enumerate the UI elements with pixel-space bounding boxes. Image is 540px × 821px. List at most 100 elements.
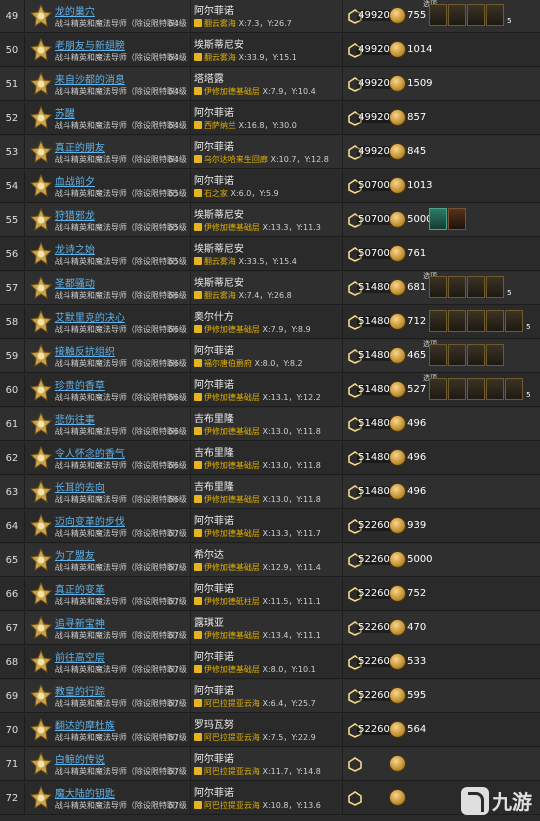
location-name[interactable]: 阿巴拉提亚云海 bbox=[204, 733, 260, 742]
quest-name-link[interactable]: 血战前夕 bbox=[55, 173, 95, 188]
quest-name-link[interactable]: 艾默里克的决心 bbox=[55, 309, 125, 324]
reward-item-icon[interactable] bbox=[467, 276, 486, 298]
npc-name: 阿尔菲诺 bbox=[193, 788, 234, 799]
quest-name-link[interactable]: 令人怀念的香气 bbox=[55, 445, 125, 460]
quest-name-link[interactable]: 珍贵的香草 bbox=[55, 377, 105, 392]
table-row: 51 来自沙都的消息 战斗精英和魔法导师（除设限特职） 54级 塔塔露 伊修加德… bbox=[0, 68, 540, 101]
reward-item-icon[interactable] bbox=[486, 378, 505, 400]
table-row: 63 长耳的去向 战斗精英和魔法导师（除设限特职） 56级 吉布里隆 伊修加德基… bbox=[0, 476, 540, 509]
location-name[interactable]: 伊修加德基础层 bbox=[204, 563, 260, 572]
quest-table: 49 龙的巢穴 战斗精英和魔法导师（除设限特职） 54级 阿尔菲诺 翻云雾海 X… bbox=[0, 0, 540, 821]
reward-item-icon[interactable] bbox=[429, 208, 448, 230]
reward-item-icon[interactable] bbox=[467, 344, 486, 366]
quest-number: 51 bbox=[0, 68, 25, 100]
reward-item-icon[interactable] bbox=[429, 4, 448, 26]
reward-item-icon[interactable] bbox=[429, 344, 448, 366]
reward-item-icon[interactable] bbox=[486, 310, 505, 332]
reward-item-icon[interactable] bbox=[448, 4, 467, 26]
quest-name-link[interactable]: 圣都骚动 bbox=[55, 275, 95, 290]
reward-item-icon[interactable] bbox=[467, 310, 486, 332]
reward-item-icon[interactable] bbox=[467, 4, 486, 26]
quest-name-link[interactable]: 接触反抗组织 bbox=[55, 343, 115, 358]
reward-item-icon[interactable] bbox=[429, 276, 448, 298]
location-name[interactable]: 福尔唐伯爵府 bbox=[204, 359, 252, 368]
quest-name-link[interactable]: 为了盟友 bbox=[55, 547, 95, 562]
location-name[interactable]: 伊修加德基础层 bbox=[204, 461, 260, 470]
npc-location: 翻云雾海 X:33.5，Y:15.4 bbox=[193, 256, 297, 267]
quest-name-link[interactable]: 真正的朋友 bbox=[55, 139, 105, 154]
quest-name-link[interactable]: 来自沙都的消息 bbox=[55, 71, 125, 86]
quest-name-link[interactable]: 狩猎邪龙 bbox=[55, 207, 95, 222]
location-name[interactable]: 乌尔达哈来生回廊 bbox=[204, 155, 268, 164]
table-row: 68 前往高空层 战斗精英和魔法导师（除设限特职） 57级 阿尔菲诺 伊修加德基… bbox=[0, 646, 540, 679]
location-name[interactable]: 阿巴拉提亚云海 bbox=[204, 801, 260, 810]
reward-item-icon[interactable] bbox=[486, 4, 505, 26]
map-pin-icon bbox=[193, 87, 202, 95]
location-name[interactable]: 石之家 bbox=[204, 189, 228, 198]
location-name[interactable]: 翻云雾海 bbox=[204, 257, 236, 266]
watermark: 九游 bbox=[461, 786, 532, 815]
npc-location: 伊修加德基础层 X:7.9，Y:8.9 bbox=[193, 324, 311, 335]
reward-item-icon[interactable] bbox=[448, 208, 467, 230]
quest-name-link[interactable]: 龙的巢穴 bbox=[55, 3, 95, 18]
reward-item-icon[interactable] bbox=[486, 344, 505, 366]
quest-name-link[interactable]: 悲伤往事 bbox=[55, 411, 95, 426]
quest-name-link[interactable]: 白鲸的传说 bbox=[55, 751, 105, 766]
reward-cell: 52260 470 bbox=[343, 612, 540, 644]
location-name[interactable]: 翻云雾海 bbox=[204, 291, 236, 300]
quest-name-link[interactable]: 老朋友与新翅膀 bbox=[55, 37, 125, 52]
quest-number: 72 bbox=[0, 782, 25, 814]
location-name[interactable]: 伊修加德基础层 bbox=[204, 325, 260, 334]
quest-name-link[interactable]: 长耳的去向 bbox=[55, 479, 105, 494]
quest-number: 64 bbox=[0, 510, 25, 542]
quest-name-link[interactable]: 前往高空层 bbox=[55, 649, 105, 664]
gil-coin-icon bbox=[389, 381, 407, 398]
location-name[interactable]: 伊修加德砥柱层 bbox=[204, 597, 260, 606]
reward-item-icon[interactable] bbox=[429, 378, 448, 400]
quest-class-requirement: 战斗精英和魔法导师（除设限特职） bbox=[54, 563, 183, 572]
watermark-text: 九游 bbox=[492, 790, 532, 814]
quest-name-link[interactable]: 真正的变革 bbox=[55, 581, 105, 596]
reward-item-icon[interactable] bbox=[505, 378, 524, 400]
location-name[interactable]: 伊修加德基础层 bbox=[204, 393, 260, 402]
reward-item-icon[interactable] bbox=[448, 276, 467, 298]
quest-name-link[interactable]: 苏醒 bbox=[55, 105, 75, 120]
location-name[interactable]: 阿巴拉提亚云海 bbox=[204, 699, 260, 708]
npc-cell: 希尔达 伊修加德基础层 X:12.9，Y:11.4 bbox=[191, 544, 344, 576]
reward-item-icon[interactable] bbox=[448, 378, 467, 400]
quest-name-link[interactable]: 龙诗之始 bbox=[55, 241, 95, 256]
quest-name-link[interactable]: 教皇的行踪 bbox=[55, 683, 105, 698]
location-name[interactable]: 伊修加德基础层 bbox=[204, 665, 260, 674]
location-name[interactable]: 伊修加德基础层 bbox=[204, 223, 260, 232]
table-row: 56 龙诗之始 战斗精英和魔法导师（除设限特职） 55级 埃斯蒂尼安 翻云雾海 … bbox=[0, 238, 540, 271]
location-name[interactable]: 伊修加德基础层 bbox=[204, 87, 260, 96]
reward-item-icon[interactable] bbox=[448, 310, 467, 332]
table-row: 70 翻达的摩杜族 战斗精英和魔法导师（除设限特职） 57级 罗玛瓦努 阿巴拉提… bbox=[0, 714, 540, 747]
quest-name-link[interactable]: 迈向变革的步伐 bbox=[55, 513, 125, 528]
location-name[interactable]: 翻云雾海 bbox=[204, 19, 236, 28]
location-name[interactable]: 伊修加德基础层 bbox=[204, 427, 260, 436]
location-name[interactable]: 阿巴拉提亚云海 bbox=[204, 767, 260, 776]
reward-item-icon[interactable] bbox=[486, 276, 505, 298]
reward-item-icon[interactable] bbox=[429, 310, 448, 332]
quest-cell: 为了盟友 战斗精英和魔法导师（除设限特职） 57级 bbox=[25, 544, 191, 576]
location-name[interactable]: 伊修加德基础层 bbox=[204, 631, 260, 640]
location-name[interactable]: 西萨纳兰 bbox=[204, 121, 236, 130]
reward-cell bbox=[343, 748, 540, 780]
reward-item-icon[interactable] bbox=[467, 378, 486, 400]
quest-name-link[interactable]: 追寻新宝神 bbox=[55, 615, 105, 630]
quest-name-link[interactable]: 魔大陆的钥匙 bbox=[55, 785, 115, 800]
map-pin-icon bbox=[193, 801, 202, 809]
reward-item-icon[interactable] bbox=[448, 344, 467, 366]
location-name[interactable]: 伊修加德基础层 bbox=[204, 529, 260, 538]
location-name[interactable]: 翻云雾海 bbox=[204, 53, 236, 62]
map-pin-icon bbox=[193, 427, 202, 435]
quest-name-link[interactable]: 翻达的摩杜族 bbox=[55, 717, 115, 732]
reward-item-icon[interactable] bbox=[505, 310, 524, 332]
main-quest-icon bbox=[29, 479, 52, 504]
location-coordinates: X:13.3，Y:11.3 bbox=[262, 223, 321, 232]
quest-number: 57 bbox=[0, 272, 25, 304]
gil-coin-icon bbox=[389, 279, 407, 296]
location-coordinates: X:13.0，Y:11.8 bbox=[262, 461, 321, 470]
location-name[interactable]: 伊修加德基础层 bbox=[204, 495, 260, 504]
